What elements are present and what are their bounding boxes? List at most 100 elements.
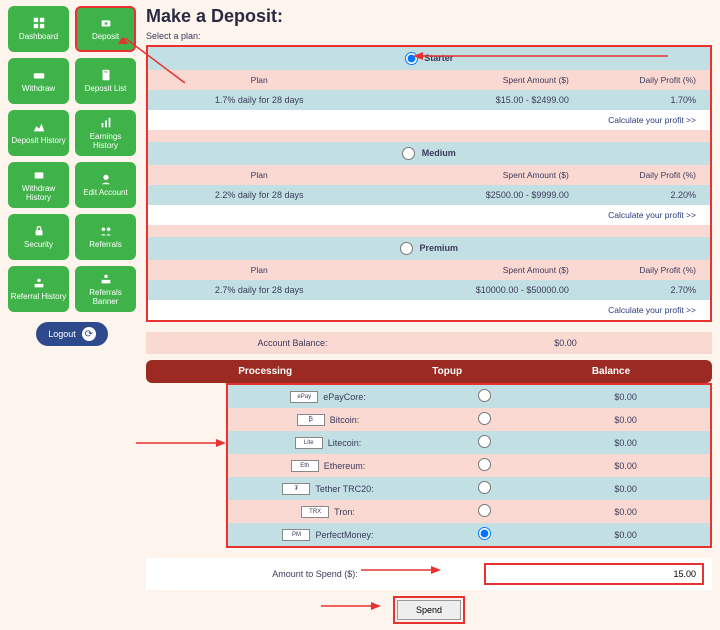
sidebar-item-referral-history[interactable]: Referral History (8, 266, 69, 312)
earnings-icon (99, 116, 113, 130)
plans-box: StarterPlanSpent Amount ($)Daily Profit … (146, 45, 712, 322)
sidebar-item-security[interactable]: Security (8, 214, 69, 260)
payment-radio[interactable] (478, 389, 491, 402)
payment-radio[interactable] (478, 458, 491, 471)
payment-name: Tether TRC20: (315, 484, 373, 494)
sidebar-item-label: Withdraw (22, 85, 55, 94)
sidebar-item-withdraw-history[interactable]: Withdraw History (8, 162, 69, 208)
amount-input[interactable] (484, 563, 704, 585)
plan-name: Medium (422, 148, 456, 158)
payment-balance: $0.00 (547, 415, 704, 425)
payment-radio[interactable] (478, 527, 491, 540)
spend-button[interactable]: Spend (397, 600, 461, 620)
payment-row-epaycore: ePay ePayCore: $0.00 (228, 385, 710, 408)
payment-methods-box: ePayePayCore:$0.00₿Bitcoin:$0.00LiteLite… (226, 383, 712, 548)
sidebar-item-referrals-banner[interactable]: Referrals Banner (75, 266, 136, 312)
payment-name: ePayCore: (323, 392, 366, 402)
sidebar-item-label: Edit Account (83, 189, 127, 198)
sidebar-item-deposit-list[interactable]: Deposit List (75, 58, 136, 104)
sidebar-item-earnings-history[interactable]: Earnings History (75, 110, 136, 156)
payment-icon: ₿ (297, 414, 325, 426)
plan-desc: 2.2% daily for 28 days (148, 185, 370, 205)
plan-desc: 1.7% daily for 28 days (148, 90, 370, 110)
payment-balance: $0.00 (547, 530, 704, 540)
account-balance-row: Account Balance: $0.00 (146, 332, 712, 354)
col-spent: Spent Amount ($) (370, 70, 577, 90)
sidebar-item-label: Security (24, 241, 53, 250)
amount-row: Amount to Spend ($): (146, 558, 712, 590)
sidebar-item-label: Referral History (11, 293, 67, 302)
select-plan-label: Select a plan: (146, 31, 712, 41)
payment-name: Ethereum: (324, 461, 366, 471)
col-processing: Processing (156, 366, 374, 377)
payment-row-perfectmoney: PM PerfectMoney: $0.00 (228, 523, 710, 546)
refhist-icon (32, 276, 46, 290)
plan-premium-radio[interactable] (400, 242, 413, 255)
payment-icon: Lite (295, 437, 323, 449)
plan-range: $2500.00 - $9999.00 (370, 185, 577, 205)
sidebar-item-label: Deposit History (11, 137, 65, 146)
payment-balance: $0.00 (547, 438, 704, 448)
sidebar-item-label: Withdraw History (10, 185, 67, 203)
sidebar-item-deposit-history[interactable]: Deposit History (8, 110, 69, 156)
payment-balance: $0.00 (547, 461, 704, 471)
col-plan: Plan (148, 70, 370, 90)
payment-row-litecoin: Lite Litecoin: $0.00 (228, 431, 710, 454)
plan-medium-radio[interactable] (402, 147, 415, 160)
payment-icon: ₮ (282, 483, 310, 495)
payment-radio[interactable] (478, 481, 491, 494)
spend-button-highlight: Spend (393, 596, 465, 624)
payment-radio[interactable] (478, 504, 491, 517)
payment-icon: PM (282, 529, 310, 541)
payment-name: Bitcoin: (330, 415, 360, 425)
calculate-link[interactable]: Calculate your profit >> (608, 305, 696, 315)
security-icon (32, 224, 46, 238)
col-spent: Spent Amount ($) (370, 260, 577, 280)
calculate-link[interactable]: Calculate your profit >> (608, 115, 696, 125)
payment-radio[interactable] (478, 412, 491, 425)
referrals-icon (99, 224, 113, 238)
balance-value: $0.00 (429, 338, 702, 348)
plan-medium-header[interactable]: Medium (148, 142, 710, 165)
plan-rate: 2.70% (577, 280, 710, 300)
col-profit: Daily Profit (%) (577, 260, 710, 280)
deposit-icon (99, 16, 113, 30)
col-topup: Topup (374, 366, 520, 377)
payment-name: Litecoin: (328, 438, 362, 448)
logout-button[interactable]: Logout ⟳ (36, 322, 108, 346)
plan-premium-header[interactable]: Premium (148, 237, 710, 260)
sidebar-item-dashboard[interactable]: Dashboard (8, 6, 69, 52)
payment-icon: ePay (290, 391, 318, 403)
payment-row-bitcoin: ₿ Bitcoin: $0.00 (228, 408, 710, 431)
logout-label: Logout (48, 329, 76, 339)
col-plan: Plan (148, 260, 370, 280)
sidebar-item-referrals[interactable]: Referrals (75, 214, 136, 260)
list-icon (99, 68, 113, 82)
sidebar-item-label: Dashboard (19, 33, 58, 42)
whistory-icon (32, 168, 46, 182)
payment-name: Tron: (334, 507, 355, 517)
payment-radio[interactable] (478, 435, 491, 448)
sidebar-item-label: Deposit (92, 33, 119, 42)
col-balance: Balance (520, 366, 702, 377)
payment-icon: TRX (301, 506, 329, 518)
plan-range: $15.00 - $2499.00 (370, 90, 577, 110)
sidebar-item-withdraw[interactable]: Withdraw (8, 58, 69, 104)
sidebar-item-edit-account[interactable]: Edit Account (75, 162, 136, 208)
payment-header: Processing Topup Balance (146, 360, 712, 383)
sidebar-item-label: Referrals Banner (77, 289, 134, 307)
plan-starter-radio[interactable] (405, 52, 418, 65)
col-profit: Daily Profit (%) (577, 165, 710, 185)
payment-row-ethereum: EthEthereum:$0.00 (228, 454, 710, 477)
calculate-link[interactable]: Calculate your profit >> (608, 210, 696, 220)
plan-starter-header[interactable]: Starter (148, 47, 710, 70)
sidebar-item-deposit[interactable]: Deposit (75, 6, 136, 52)
payment-row-tethertrc20: ₮Tether TRC20:$0.00 (228, 477, 710, 500)
plan-desc: 2.7% daily for 28 days (148, 280, 370, 300)
edit-icon (99, 172, 113, 186)
payment-balance: $0.00 (547, 507, 704, 517)
dashboard-icon (32, 16, 46, 30)
payment-balance: $0.00 (547, 392, 704, 402)
withdraw-icon (32, 68, 46, 82)
payment-name: PerfectMoney: (315, 530, 373, 540)
